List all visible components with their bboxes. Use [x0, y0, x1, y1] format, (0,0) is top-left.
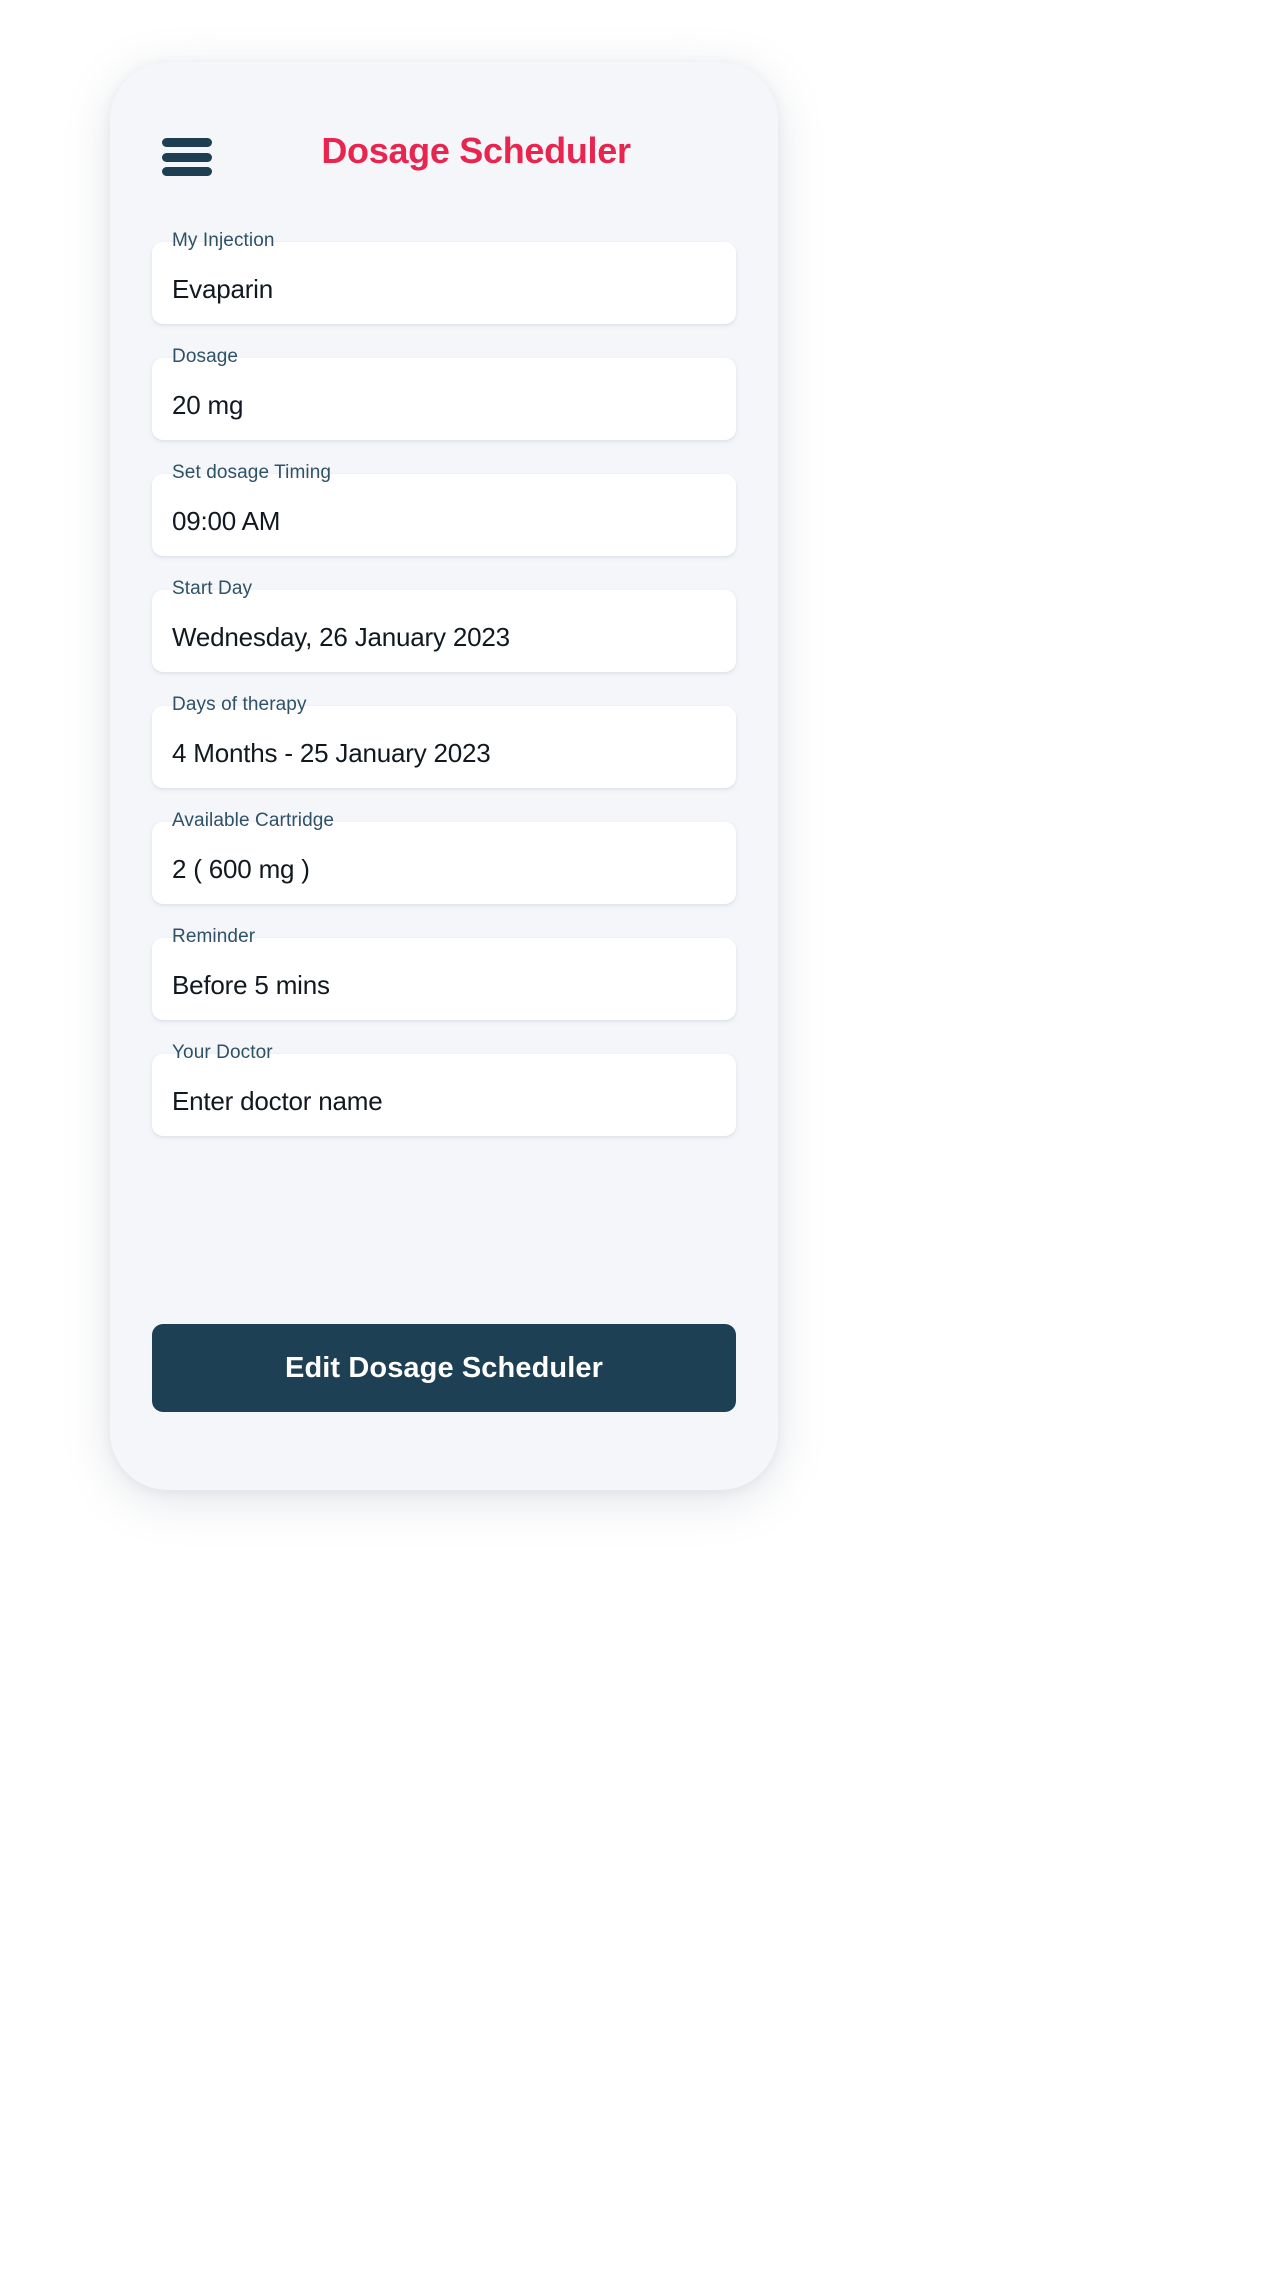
field-value-reminder[interactable]: Before 5 mins: [172, 970, 330, 1001]
field-value-start-day[interactable]: Wednesday, 26 January 2023: [172, 622, 510, 653]
phone-frame: Dosage Scheduler My Injection Evaparin Dos…: [110, 62, 778, 1490]
cta-container: Edit Dosage Scheduler: [152, 1324, 736, 1412]
dosage-form: My Injection Evaparin Dosage 20 mg Set dosag…: [110, 230, 778, 1158]
screenshot-canvas: Dosage Scheduler My Injection Evaparin Dos…: [0, 0, 1288, 2290]
field-label-reminder: Reminder: [172, 926, 256, 947]
field-label-set-dosage-timing: Set dosage Timing: [172, 462, 332, 483]
hamburger-menu-icon[interactable]: [162, 138, 212, 176]
field-label-available-cartridge: Available Cartridge: [172, 810, 335, 831]
edit-dosage-scheduler-button[interactable]: Edit Dosage Scheduler: [152, 1324, 736, 1412]
field-label-dosage: Dosage: [172, 346, 239, 367]
field-value-days-of-therapy[interactable]: 4 Months - 25 January 2023: [172, 738, 491, 769]
page-title: Dosage Scheduler: [321, 130, 631, 171]
field-value-available-cartridge[interactable]: 2 ( 600 mg ): [172, 854, 310, 885]
field-value-your-doctor[interactable]: Enter doctor name: [172, 1086, 383, 1117]
form-field-set-dosage-timing[interactable]: Set dosage Timing 09:00 AM: [152, 462, 736, 556]
form-field-start-day[interactable]: Start Day Wednesday, 26 January 2023: [152, 578, 736, 672]
field-label-my-injection: My Injection: [172, 230, 275, 251]
field-label-start-day: Start Day: [172, 578, 253, 599]
field-value-set-dosage-timing[interactable]: 09:00 AM: [172, 506, 280, 537]
app-header: Dosage Scheduler: [110, 62, 778, 214]
hamburger-bar-3: [162, 167, 212, 176]
form-field-reminder[interactable]: Reminder Before 5 mins: [152, 926, 736, 1020]
form-field-available-cartridge[interactable]: Available Cartridge 2 ( 600 mg ): [152, 810, 736, 904]
form-field-days-of-therapy[interactable]: Days of therapy 4 Months - 25 January 202…: [152, 694, 736, 788]
hamburger-bar-1: [162, 138, 212, 147]
field-value-dosage[interactable]: 20 mg: [172, 390, 243, 421]
field-value-my-injection[interactable]: Evaparin: [172, 274, 273, 305]
field-label-days-of-therapy: Days of therapy: [172, 694, 307, 715]
field-label-your-doctor: Your Doctor: [172, 1042, 273, 1063]
form-field-dosage[interactable]: Dosage 20 mg: [152, 346, 736, 440]
hamburger-bar-2: [162, 152, 212, 162]
form-field-your-doctor[interactable]: Your Doctor Enter doctor name: [152, 1042, 736, 1136]
form-field-my-injection[interactable]: My Injection Evaparin: [152, 230, 736, 324]
